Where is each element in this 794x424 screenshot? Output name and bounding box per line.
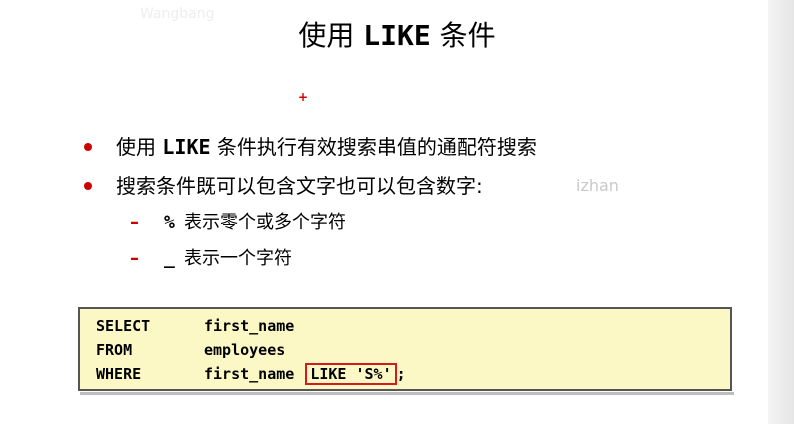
title-keyword: LIKE (363, 19, 431, 52)
slide-title: 使用 LIKE 条件 (0, 16, 794, 56)
code-tail: ; (396, 365, 406, 383)
bullet-1-prefix: 使用 (116, 135, 156, 159)
dash-icon: – (130, 212, 139, 233)
bullet-item-2: 搜索条件既可以包含文字也可以包含数字: (84, 172, 483, 200)
sub-item-underscore: – _ 表示一个字符 (130, 246, 292, 272)
code-rest: employees (204, 341, 286, 359)
title-suffix: 条件 (439, 19, 496, 52)
window-edge-strip (768, 0, 794, 424)
code-rest: first_name (204, 365, 304, 383)
code-box-shadow (80, 392, 734, 395)
code-keyword: SELECT (96, 317, 151, 335)
sub-item-symbol: % (164, 212, 175, 233)
bullet-2-text: 搜索条件既可以包含文字也可以包含数字: (116, 174, 483, 198)
sub-item-symbol: _ (164, 248, 175, 269)
sub-item-percent: –% 表示零个或多个字符 (130, 210, 346, 236)
bullet-1-keyword: LIKE (162, 135, 211, 159)
code-keyword: FROM (96, 341, 133, 359)
sub-item-text: 表示零个或多个字符 (184, 212, 346, 233)
like-highlight-box: LIKE 'S%' (305, 363, 397, 385)
code-line-from: FROM employees (96, 338, 285, 362)
code-rest: first_name (204, 317, 295, 335)
bullet-1-suffix: 条件执行有效搜索串值的通配符搜索 (216, 135, 537, 159)
code-keyword: WHERE (96, 365, 142, 383)
code-line-where: WHERE first_name LIKE 'S%'; (96, 362, 406, 386)
sub-item-text: 表示一个字符 (184, 248, 292, 269)
dash-icon: – (130, 248, 139, 269)
title-prefix: 使用 (298, 19, 355, 52)
bullet-dot-icon (84, 181, 92, 190)
sql-code-box: SELECT first_name FROM employees WHERE firs… (78, 307, 732, 391)
code-line-select: SELECT first_name (96, 314, 294, 338)
cursor-marker: + (298, 90, 309, 104)
watermark-inline: izhan (576, 176, 619, 195)
bullet-dot-icon (84, 142, 92, 151)
bullet-item-1: 使用 LIKE 条件执行有效搜索串值的通配符搜索 (84, 133, 537, 161)
